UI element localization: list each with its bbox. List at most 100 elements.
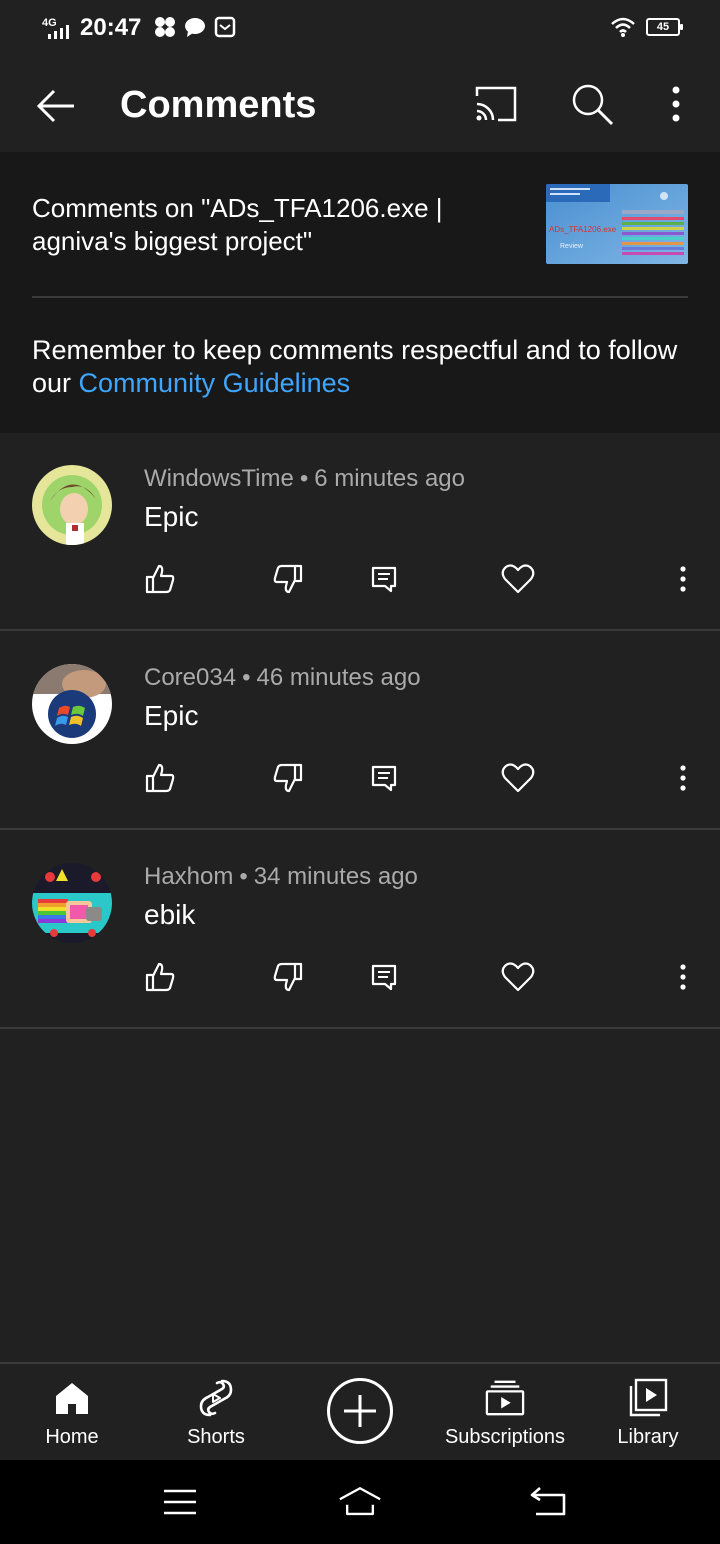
menu-icon	[164, 1489, 196, 1515]
thumbs-down-icon	[273, 564, 303, 594]
community-guidelines-link[interactable]: Community Guidelines	[79, 368, 351, 398]
more-options-button[interactable]	[656, 80, 696, 128]
guidelines-notice: Remember to keep comments respectful and…	[32, 334, 692, 400]
mail-notification-icon	[214, 16, 236, 38]
comment-item: WindowsTime • 6 minutes ago Epic	[0, 433, 720, 631]
thumbnail-caption: ADs_TFA1206.exe	[549, 225, 617, 234]
comment-meta: WindowsTime • 6 minutes ago	[144, 465, 465, 493]
nav-create[interactable]	[324, 1364, 396, 1462]
comment-more-button[interactable]	[668, 959, 698, 995]
heart-button[interactable]	[500, 760, 536, 796]
avatar-cartoon-image	[32, 465, 112, 545]
page-title: Comments	[120, 84, 317, 126]
back-button[interactable]	[30, 80, 82, 132]
meta-separator: •	[239, 863, 248, 890]
vertical-dots-icon	[680, 566, 686, 592]
dislike-button[interactable]	[270, 760, 306, 796]
video-thumbnail[interactable]: ADs_TFA1206.exe Review	[546, 184, 688, 264]
avatar-nyan-cat-image	[32, 863, 112, 943]
like-button[interactable]	[142, 561, 178, 597]
subscriptions-icon	[485, 1380, 525, 1416]
dislike-button[interactable]	[270, 561, 306, 597]
nav-library-label: Library	[617, 1426, 679, 1448]
header-divider	[32, 296, 688, 298]
nav-home-label: Home	[45, 1426, 99, 1448]
clover-notification-icon	[155, 17, 175, 37]
reply-comment-icon	[371, 765, 397, 792]
nav-shorts-label: Shorts	[187, 1426, 245, 1448]
system-navigation-bar	[0, 1460, 720, 1544]
comment-time: 46 minutes ago	[256, 664, 421, 691]
search-button[interactable]	[568, 80, 616, 128]
signal-icon: 4G	[42, 17, 69, 39]
notification-icons	[154, 16, 236, 38]
comment-more-button[interactable]	[668, 760, 698, 796]
system-home-button[interactable]	[338, 1480, 382, 1524]
reply-comment-icon	[371, 566, 397, 593]
thumbs-up-icon	[145, 763, 175, 793]
search-icon	[572, 84, 614, 126]
system-back-button[interactable]	[526, 1480, 570, 1524]
comments-header-panel: Comments on "ADs_TFA1206.exe | agniva's …	[0, 152, 720, 433]
heart-icon	[501, 962, 535, 992]
home-outline-icon	[339, 1487, 381, 1516]
comment-more-button[interactable]	[668, 561, 698, 597]
clock: 20:47	[80, 14, 142, 41]
comment-time: 6 minutes ago	[314, 465, 465, 492]
comment-meta: Haxhom • 34 minutes ago	[144, 863, 418, 891]
thumbs-up-icon	[145, 564, 175, 594]
comment-text: ebik	[144, 899, 196, 930]
avatar[interactable]	[32, 465, 112, 545]
battery-level: 45	[656, 21, 670, 33]
bottom-navigation: Home Shorts Subscriptions Library	[0, 1362, 720, 1460]
comment-item: Core034 • 46 minutes ago Epic	[0, 632, 720, 830]
nav-library[interactable]: Library	[598, 1364, 698, 1462]
avatar[interactable]	[32, 664, 112, 744]
heart-button[interactable]	[500, 959, 536, 995]
nav-shorts[interactable]: Shorts	[166, 1364, 266, 1462]
arrow-left-icon	[36, 89, 74, 123]
thumbs-down-icon	[273, 763, 303, 793]
vertical-dots-icon	[680, 765, 686, 791]
heart-icon	[501, 763, 535, 793]
video-title-line: Comments on "ADs_TFA1206.exe | agniva's …	[32, 193, 443, 256]
like-button[interactable]	[142, 760, 178, 796]
shorts-icon	[199, 1379, 233, 1417]
heart-button[interactable]	[500, 561, 536, 597]
thumbs-up-icon	[145, 962, 175, 992]
nav-subscriptions[interactable]: Subscriptions	[434, 1364, 576, 1462]
status-bar: 4G 20:47 45	[0, 0, 720, 56]
cast-button[interactable]	[472, 82, 520, 130]
nav-home[interactable]: Home	[22, 1364, 122, 1462]
like-button[interactable]	[142, 959, 178, 995]
heart-icon	[501, 564, 535, 594]
reply-comment-icon	[371, 964, 397, 991]
comment-author[interactable]: WindowsTime	[144, 465, 294, 492]
comment-text: Epic	[144, 501, 199, 532]
cast-icon	[475, 86, 517, 122]
comment-author[interactable]: Haxhom	[144, 863, 233, 890]
meta-separator: •	[242, 664, 251, 691]
dislike-button[interactable]	[270, 959, 306, 995]
plus-icon	[344, 1395, 376, 1427]
comment-meta: Core034 • 46 minutes ago	[144, 664, 421, 692]
reply-button[interactable]	[366, 760, 402, 796]
message-notification-icon	[185, 18, 205, 37]
avatar[interactable]	[32, 863, 112, 943]
reply-button[interactable]	[366, 959, 402, 995]
vertical-dots-icon	[672, 86, 680, 122]
reply-button[interactable]	[366, 561, 402, 597]
wifi-icon	[611, 17, 635, 37]
comment-item: Haxhom • 34 minutes ago ebik	[0, 831, 720, 1029]
vertical-dots-icon	[680, 964, 686, 990]
system-menu-button[interactable]	[158, 1480, 202, 1524]
thumbs-down-icon	[273, 962, 303, 992]
thumbnail-image: ADs_TFA1206.exe Review	[546, 184, 688, 264]
network-type: 4G	[42, 17, 57, 29]
comment-author[interactable]: Core034	[144, 664, 236, 691]
back-return-icon	[530, 1487, 566, 1516]
create-button[interactable]	[327, 1378, 393, 1444]
comment-time: 34 minutes ago	[253, 863, 418, 890]
avatar-windows-logo-image	[32, 664, 112, 744]
comment-text: Epic	[144, 700, 199, 731]
